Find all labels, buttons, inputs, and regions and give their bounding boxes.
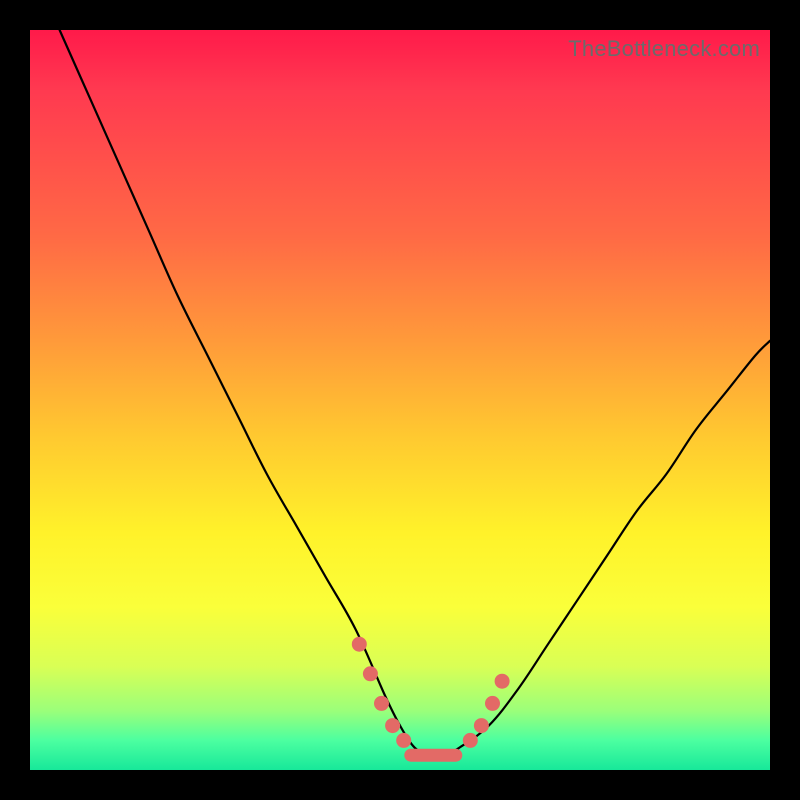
- curve-markers: [352, 637, 510, 762]
- curve-marker-dot: [474, 718, 489, 733]
- curve-marker-pill: [404, 749, 462, 762]
- bottleneck-curve-line: [60, 30, 770, 756]
- bottleneck-curve-svg: [30, 30, 770, 770]
- chart-plot-area: TheBottleneck.com: [30, 30, 770, 770]
- curve-marker-dot: [363, 666, 378, 681]
- curve-marker-dot: [463, 733, 478, 748]
- curve-marker-dot: [385, 718, 400, 733]
- curve-marker-dot: [485, 696, 500, 711]
- curve-marker-dot: [495, 674, 510, 689]
- curve-marker-dot: [352, 637, 367, 652]
- curve-marker-dot: [396, 733, 411, 748]
- curve-marker-dot: [374, 696, 389, 711]
- chart-frame: TheBottleneck.com: [0, 0, 800, 800]
